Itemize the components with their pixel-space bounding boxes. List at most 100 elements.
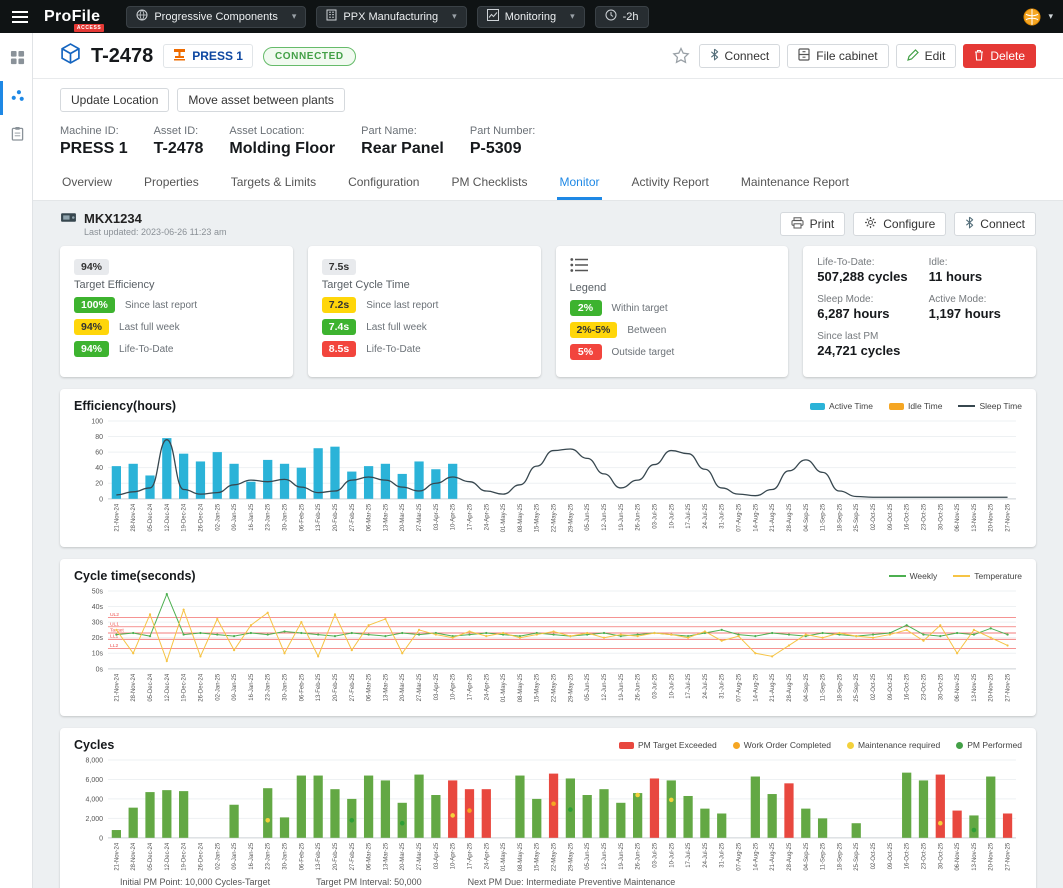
app-logo[interactable]: ProFile ACCESS <box>44 8 105 32</box>
svg-text:13-Mar-25: 13-Mar-25 <box>383 503 389 531</box>
company-selector-dropdown[interactable]: Progressive Components ▾ <box>126 5 307 28</box>
clock-icon <box>605 9 617 24</box>
tab-pm-checklists[interactable]: PM Checklists <box>449 170 529 200</box>
move-asset-button[interactable]: Move asset between plants <box>177 88 345 112</box>
svg-text:12-Jun-25: 12-Jun-25 <box>602 673 608 701</box>
svg-text:15-May-25: 15-May-25 <box>535 843 541 872</box>
file-cabinet-icon <box>798 48 810 64</box>
sidebar <box>0 33 33 888</box>
svg-text:20-Nov-25: 20-Nov-25 <box>989 673 995 702</box>
time-offset-label: -2h <box>622 10 639 23</box>
stat-pair-idle: Idle: 11 hours <box>928 257 983 284</box>
chevron-down-icon[interactable]: ▾ <box>1048 11 1053 22</box>
stat-row-within-target: 2% Within target <box>569 300 775 316</box>
svg-text:25-Sep-25: 25-Sep-25 <box>854 843 860 872</box>
svg-text:23-Jan-25: 23-Jan-25 <box>266 503 272 531</box>
configure-button[interactable]: Configure <box>853 212 947 236</box>
info-field-part-number: Part Number: P-5309 <box>469 125 536 157</box>
print-button[interactable]: Print <box>779 212 846 236</box>
svg-text:05-Dec-24: 05-Dec-24 <box>148 673 154 702</box>
svg-text:27-Feb-25: 27-Feb-25 <box>350 503 356 531</box>
svg-text:24-Apr-25: 24-Apr-25 <box>484 843 490 870</box>
monitor-connect-button[interactable]: Connect <box>954 212 1036 236</box>
svg-text:20-Mar-25: 20-Mar-25 <box>400 843 406 871</box>
svg-text:30-Oct-25: 30-Oct-25 <box>938 503 944 530</box>
stat-row-life-to-date: 8.5s Life-To-Date <box>321 341 527 357</box>
clipboard-icon <box>11 126 24 146</box>
tab-targets-limits[interactable]: Targets & Limits <box>229 170 318 200</box>
svg-text:20-Feb-25: 20-Feb-25 <box>333 673 339 701</box>
menu-icon[interactable] <box>10 9 30 25</box>
efficiency-chart: 0 20 40 60 80 100 21-Nov-24 28-Nov-24 05-Dec-24 1… <box>91 418 1016 532</box>
tab-properties[interactable]: Properties <box>142 170 201 200</box>
svg-text:28-Nov-24: 28-Nov-24 <box>131 843 137 872</box>
svg-text:2,000: 2,000 <box>86 816 104 823</box>
tab-maintenance-report[interactable]: Maintenance Report <box>739 170 851 200</box>
svg-text:6,000: 6,000 <box>86 777 104 784</box>
time-offset-chip[interactable]: -2h <box>594 5 649 28</box>
sidebar-item-reports[interactable] <box>0 119 32 153</box>
connect-button[interactable]: Connect <box>698 44 781 68</box>
delete-button-label: Delete <box>990 49 1025 63</box>
svg-text:21-Aug-25: 21-Aug-25 <box>770 673 776 702</box>
svg-text:24-Apr-25: 24-Apr-25 <box>484 503 490 530</box>
tab-monitor[interactable]: Monitor <box>557 170 602 200</box>
stat-pair-sleep-mode: Sleep Mode: 6,287 hours <box>817 294 890 321</box>
svg-text:27-Feb-25: 27-Feb-25 <box>350 673 356 701</box>
svg-text:06-Feb-25: 06-Feb-25 <box>299 673 305 701</box>
monitoring-mode-dropdown[interactable]: Monitoring ▾ <box>476 5 585 28</box>
svg-text:26-Dec-24: 26-Dec-24 <box>198 503 204 532</box>
row-label: Outside target <box>611 346 675 358</box>
info-field-asset-location: Asset Location: Molding Floor <box>229 125 336 157</box>
target-cycle-time-label: Target Cycle Time <box>321 279 410 291</box>
svg-text:01-May-25: 01-May-25 <box>501 843 507 872</box>
cycle-time-chart-legend: Weekly Temperature <box>873 571 1022 581</box>
svg-text:10-Jul-25: 10-Jul-25 <box>669 503 675 529</box>
svg-text:30-Jan-25: 30-Jan-25 <box>283 673 289 701</box>
svg-text:31-Jul-25: 31-Jul-25 <box>720 843 726 869</box>
file-cabinet-button[interactable]: File cabinet <box>787 44 889 68</box>
svg-text:40: 40 <box>95 465 103 472</box>
edit-button[interactable]: Edit <box>895 44 957 68</box>
page-title: T-2478 <box>91 44 154 67</box>
svg-text:31-Jul-25: 31-Jul-25 <box>720 503 726 529</box>
value-badge: 2%-5% <box>569 322 618 338</box>
delete-button[interactable]: Delete <box>963 44 1036 68</box>
row-label: Life-To-Date <box>366 343 421 355</box>
pm-next-due: Next PM Due: Intermediate Preventive Mai… <box>467 877 676 888</box>
svg-text:20-Nov-25: 20-Nov-25 <box>989 503 995 532</box>
svg-text:22-May-25: 22-May-25 <box>552 673 558 702</box>
chevron-down-icon: ▾ <box>291 11 297 21</box>
asset-header: T-2478 PRESS 1 CONNECTED Connect File ca… <box>33 33 1063 201</box>
row-label: Last full week <box>366 321 427 333</box>
svg-text:06-Nov-25: 06-Nov-25 <box>955 503 961 532</box>
svg-text:21-Nov-24: 21-Nov-24 <box>114 503 120 532</box>
update-location-button[interactable]: Update Location <box>60 88 170 112</box>
sidebar-item-apps[interactable] <box>0 43 32 77</box>
file-cabinet-button-label: File cabinet <box>816 49 878 63</box>
info-field-asset-id: Asset ID: T-2478 <box>153 125 204 157</box>
monitor-connect-button-label: Connect <box>980 217 1025 231</box>
sidebar-item-monitoring[interactable] <box>0 81 32 115</box>
machine-chip[interactable]: PRESS 1 <box>163 44 253 68</box>
stat-row-last-full-week: 94% Last full week <box>74 319 279 335</box>
svg-text:02-Jan-25: 02-Jan-25 <box>215 673 221 701</box>
svg-text:80: 80 <box>95 434 103 441</box>
tab-configuration[interactable]: Configuration <box>346 170 421 200</box>
svg-text:20-Nov-25: 20-Nov-25 <box>989 843 995 872</box>
plant-selector-dropdown[interactable]: PPX Manufacturing ▾ <box>316 5 467 28</box>
legend-item-weekly: Weekly <box>888 571 937 581</box>
svg-text:26-Dec-24: 26-Dec-24 <box>198 673 204 702</box>
tab-activity-report[interactable]: Activity Report <box>630 170 711 200</box>
user-globe-icon[interactable] <box>1021 6 1043 28</box>
svg-text:24-Apr-25: 24-Apr-25 <box>484 673 490 700</box>
divider <box>33 78 1063 79</box>
tab-overview[interactable]: Overview <box>60 170 114 200</box>
svg-text:05-Jun-25: 05-Jun-25 <box>585 673 591 701</box>
svg-text:19-Jun-25: 19-Jun-25 <box>619 843 625 871</box>
cycle-time-chart-card: Cycle time(seconds) Weekly Temperature 0s… <box>60 558 1036 717</box>
favorite-star-icon[interactable] <box>670 45 692 67</box>
legend-item-active-time: Active Time <box>810 401 873 411</box>
svg-text:09-Oct-25: 09-Oct-25 <box>888 503 894 530</box>
svg-text:17-Jul-25: 17-Jul-25 <box>686 673 692 699</box>
